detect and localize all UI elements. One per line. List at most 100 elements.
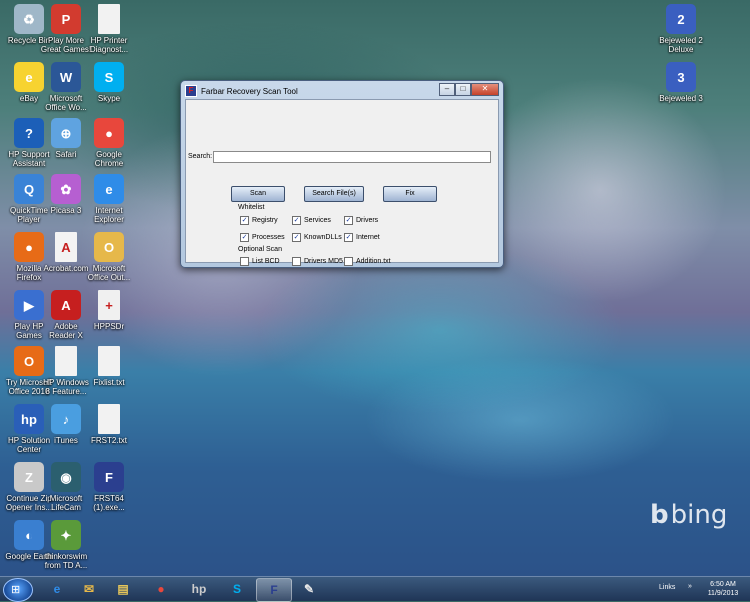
links-toolbar[interactable]: Links xyxy=(659,584,675,591)
start-button[interactable]: ⊞ xyxy=(3,578,33,602)
clock[interactable]: 6:50 AM 11/9/2013 xyxy=(702,580,744,598)
checkbox-label: Internet xyxy=(356,234,380,241)
ie-icon: e xyxy=(94,174,124,204)
frst-icon: F xyxy=(94,462,124,492)
checkbox-label: Drivers MD5 xyxy=(304,258,343,265)
desktop-icon-label: thinkorswim from TD A... xyxy=(44,552,88,570)
checkbox-box[interactable] xyxy=(240,257,249,266)
frst-app-icon: F xyxy=(185,85,197,97)
checkbox-box[interactable]: ✓ xyxy=(240,233,249,242)
taskbar-hp-button[interactable]: hp xyxy=(182,578,216,600)
desktop-icon[interactable]: O Microsoft Office Out... xyxy=(80,232,138,282)
lifecam-icon: ◉ xyxy=(51,462,81,492)
thinkorswim-icon: ✦ xyxy=(51,520,81,550)
desktop-icon-label: Bejeweled 2 Deluxe xyxy=(659,36,703,54)
picasa-icon: ✿ xyxy=(51,174,81,204)
minimize-button[interactable]: – xyxy=(439,83,455,96)
taskbar-paint-button[interactable]: ✎ xyxy=(292,578,326,600)
desktop-icon[interactable]: S Skype xyxy=(80,62,138,103)
text-file-icon xyxy=(98,346,120,376)
whitelist-checkbox[interactable]: ✓ Drivers xyxy=(344,216,378,225)
skype-icon: S xyxy=(94,62,124,92)
taskbar-explorer-button[interactable]: ▤ xyxy=(106,578,140,600)
checkbox-label: Services xyxy=(304,217,331,224)
checkbox-box[interactable]: ✓ xyxy=(344,233,353,242)
ie-icon: e xyxy=(53,582,61,596)
taskbar-chrome-button[interactable]: ● xyxy=(144,578,178,600)
bing-watermark: bbing xyxy=(650,500,728,530)
checkbox-box[interactable]: ✓ xyxy=(292,216,301,225)
desktop-icon-label: HPPSDr xyxy=(93,322,125,331)
clock-date: 11/9/2013 xyxy=(707,590,739,597)
search-input[interactable] xyxy=(213,151,491,163)
window-title: Farbar Recovery Scan Tool xyxy=(201,86,298,96)
itunes-icon: ♪ xyxy=(51,404,81,434)
mail-icon: ✉ xyxy=(83,582,95,596)
desktop-icon[interactable]: e Internet Explorer xyxy=(80,174,138,224)
whitelist-checkbox[interactable]: ✓ KnownDLLs xyxy=(292,233,342,242)
checkbox-box[interactable]: ✓ xyxy=(240,216,249,225)
desktop-icon-label: FRST2.txt xyxy=(90,436,127,445)
desktop-icon-label: Google Chrome xyxy=(94,150,124,168)
window-client-area: Search: Scan Search File(s) Fix Whitelis… xyxy=(185,99,499,266)
scan-button[interactable]: Scan xyxy=(231,186,285,202)
adobe-reader-icon: A xyxy=(51,290,81,320)
tray-expand-icon[interactable]: » xyxy=(688,583,692,590)
checkbox-label: List BCD xyxy=(252,258,280,265)
taskbar-frst-button[interactable]: F xyxy=(256,578,292,602)
taskbar-mail-button[interactable]: ✉ xyxy=(72,578,106,600)
word-icon: W xyxy=(51,62,81,92)
desktop-icon-label: Internet Explorer xyxy=(94,206,124,224)
desktop-icon[interactable]: Fixlist.txt xyxy=(80,346,138,387)
desktop-icon-label: Fixlist.txt xyxy=(93,378,125,387)
whitelist-checkbox[interactable]: ✓ Registry xyxy=(240,216,278,225)
desktop-icon[interactable]: + HPPSDr xyxy=(80,290,138,331)
whitelist-checkbox[interactable]: ✓ Processes xyxy=(240,233,285,242)
desktop-icon-label: Bejeweled 3 xyxy=(659,94,703,103)
maximize-button[interactable]: □ xyxy=(455,83,471,96)
skype-icon: S xyxy=(232,582,241,596)
desktop-icon[interactable]: 3 Bejeweled 3 xyxy=(652,62,710,103)
desktop-icon-label: Microsoft Office Out... xyxy=(87,264,131,282)
desktop-icon-label: Skype xyxy=(97,94,121,103)
desktop-icon[interactable]: 2 Bejeweled 2 Deluxe xyxy=(652,4,710,54)
checkbox-box[interactable] xyxy=(292,257,301,266)
optional-scan-checkbox[interactable]: List BCD xyxy=(240,257,280,266)
desktop-icon[interactable]: ● Google Chrome xyxy=(80,118,138,168)
whitelist-title: Whitelist xyxy=(238,204,265,211)
taskbar-ie-button[interactable]: e xyxy=(40,578,74,600)
desktop-icon[interactable]: HP Printer Diagnost... xyxy=(80,4,138,54)
search-files-button[interactable]: Search File(s) xyxy=(304,186,364,202)
chrome-icon: ● xyxy=(157,582,165,596)
fix-button[interactable]: Fix xyxy=(383,186,437,202)
bejeweled-2-icon: 2 xyxy=(666,4,696,34)
optional-scan-checkbox[interactable]: Addition.txt xyxy=(344,257,391,266)
checkbox-box[interactable] xyxy=(344,257,353,266)
taskbar-skype-button[interactable]: S xyxy=(220,578,254,600)
optional-scan-checkbox[interactable]: Drivers MD5 xyxy=(292,257,343,266)
close-button[interactable]: ✕ xyxy=(471,83,499,96)
document-icon xyxy=(98,4,120,34)
checkbox-box[interactable]: ✓ xyxy=(344,216,353,225)
desktop-icon-label: HP Printer Diagnost... xyxy=(89,36,129,54)
desktop-icon[interactable]: FRST2.txt xyxy=(80,404,138,445)
bejeweled-3-icon: 3 xyxy=(666,62,696,92)
paint-icon: ✎ xyxy=(303,582,315,596)
frst-icon: F xyxy=(270,583,278,597)
whitelist-checkbox[interactable]: ✓ Services xyxy=(292,216,331,225)
checkbox-box[interactable]: ✓ xyxy=(292,233,301,242)
document-icon xyxy=(55,346,77,376)
checkbox-label: Drivers xyxy=(356,217,379,224)
text-file-icon xyxy=(98,404,120,434)
desktop-icon-label: FRST64 (1).exe... xyxy=(93,494,125,512)
desktop-icon[interactable]: F FRST64 (1).exe... xyxy=(80,462,138,512)
whitelist-checkbox[interactable]: ✓ Internet xyxy=(344,233,380,242)
checkbox-label: Processes xyxy=(252,234,285,241)
desktop-icon[interactable]: ✦ thinkorswim from TD A... xyxy=(37,520,95,570)
outlook-icon: O xyxy=(94,232,124,262)
pop-cap-icon: P xyxy=(51,4,81,34)
optional-scan-group: Optional Scan List BCD Drivers MD5 Additio… xyxy=(234,246,391,268)
window-title-bar[interactable]: F Farbar Recovery Scan Tool xyxy=(185,84,298,98)
checkbox-label: Registry xyxy=(252,217,278,224)
farbar-window: F Farbar Recovery Scan Tool – □ ✕ Search… xyxy=(180,80,504,268)
